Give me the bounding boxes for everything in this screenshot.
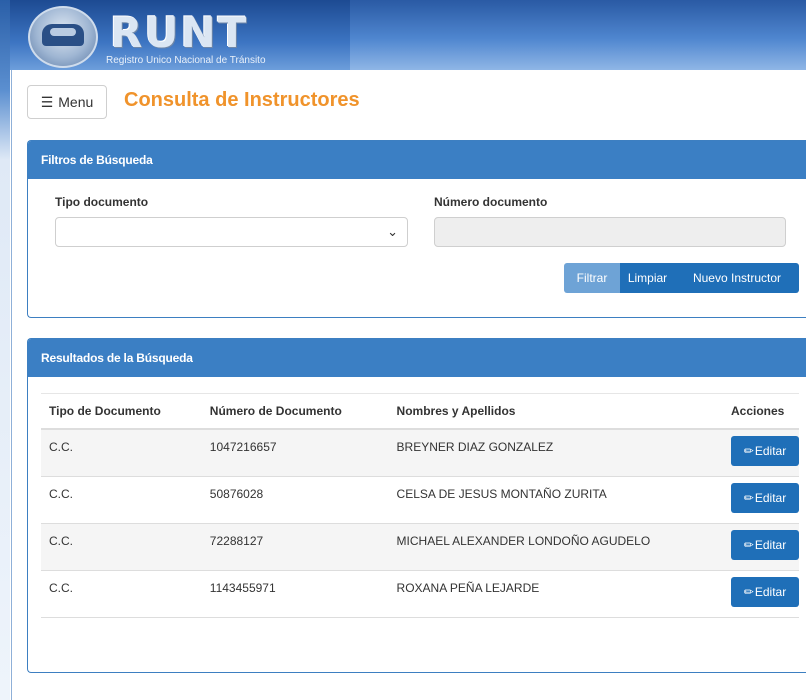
logo-subtitle: Registro Unico Nacional de Tránsito: [106, 55, 266, 66]
pencil-icon: ✏: [743, 584, 754, 599]
col-numero-documento: Número de Documento: [201, 393, 389, 430]
cell-acciones: ✏ Editar: [723, 429, 799, 477]
edit-label: Editar: [754, 537, 787, 552]
edit-label: Editar: [754, 444, 787, 458]
cell-numero: 50876028: [201, 476, 389, 524]
edit-button[interactable]: ✏ Editar: [731, 436, 799, 466]
edit-button[interactable]: ✏ Editar: [731, 529, 799, 560]
edit-label: Editar: [754, 490, 787, 505]
menu-button[interactable]: ☰ Menu: [27, 85, 107, 119]
col-acciones: Acciones: [723, 393, 799, 430]
app-header: RUNT Registro Unico Nacional de Tránsito: [10, 0, 806, 70]
cell-tipo: C.C.: [41, 476, 202, 524]
table-row: C.C. 72288127 MICHAEL ALEXANDER LONDOÑO …: [41, 523, 799, 571]
cell-numero: 1047216657: [201, 429, 389, 477]
cell-nombre: ROXANA PEÑA LEJARDE: [388, 570, 723, 618]
cell-tipo: C.C.: [41, 429, 202, 477]
cell-acciones: ✏ Editar: [723, 570, 799, 618]
cell-numero: 72288127: [201, 523, 389, 571]
cell-acciones: ✏ Editar: [723, 523, 799, 571]
filters-panel-title: Filtros de Búsqueda: [28, 141, 806, 179]
col-tipo-documento: Tipo de Documento: [41, 393, 202, 430]
logo-text: RUNT: [110, 8, 249, 57]
filters-panel: Filtros de Búsqueda Tipo documento Númer…: [27, 140, 806, 318]
pencil-icon: ✏: [743, 490, 754, 505]
results-panel: Resultados de la Búsqueda Tipo de Docume…: [27, 338, 806, 673]
table-row: C.C. 1143455971 ROXANA PEÑA LEJARDE ✏ Ed…: [41, 570, 799, 618]
results-table: Tipo de Documento Número de Documento No…: [41, 393, 799, 618]
cell-numero: 1143455971: [201, 570, 389, 618]
numero-documento-input[interactable]: [434, 217, 786, 247]
edit-button[interactable]: ✏ Editar: [731, 576, 799, 607]
col-nombres-apellidos: Nombres y Apellidos: [388, 393, 723, 430]
page-title: Consulta de Instructores: [124, 89, 360, 111]
limpiar-button[interactable]: Limpiar: [620, 263, 675, 293]
left-accent-strip: [0, 0, 10, 700]
filtrar-button[interactable]: Filtrar: [564, 263, 620, 293]
pencil-icon: ✏: [743, 444, 754, 458]
chevron-down-icon: ⌄: [387, 224, 398, 239]
edit-label: Editar: [754, 584, 787, 599]
table-header-row: Tipo de Documento Número de Documento No…: [41, 393, 799, 430]
numero-documento-label: Número documento: [434, 195, 548, 209]
results-panel-title: Resultados de la Búsqueda: [28, 339, 806, 377]
cell-nombre: BREYNER DIAZ GONZALEZ: [388, 429, 723, 477]
nuevo-instructor-button[interactable]: Nuevo Instructor: [675, 263, 799, 293]
left-divider: [11, 70, 12, 700]
tipo-documento-label: Tipo documento: [55, 195, 149, 209]
cell-nombre: MICHAEL ALEXANDER LONDOÑO AGUDELO: [388, 523, 723, 571]
cell-tipo: C.C.: [41, 523, 202, 571]
edit-button[interactable]: ✏ Editar: [731, 482, 799, 513]
car-icon: [42, 24, 84, 46]
tipo-documento-select[interactable]: ⌄: [55, 217, 408, 247]
hamburger-icon: ☰: [40, 93, 54, 110]
cell-nombre: CELSA DE JESUS MONTAÑO ZURITA: [388, 476, 723, 524]
pencil-icon: ✏: [743, 537, 754, 552]
table-row: C.C. 1047216657 BREYNER DIAZ GONZALEZ ✏ …: [41, 429, 799, 477]
table-row: C.C. 50876028 CELSA DE JESUS MONTAÑO ZUR…: [41, 476, 799, 524]
menu-label: Menu: [58, 94, 94, 110]
cell-acciones: ✏ Editar: [723, 476, 799, 524]
cell-tipo: C.C.: [41, 570, 202, 618]
